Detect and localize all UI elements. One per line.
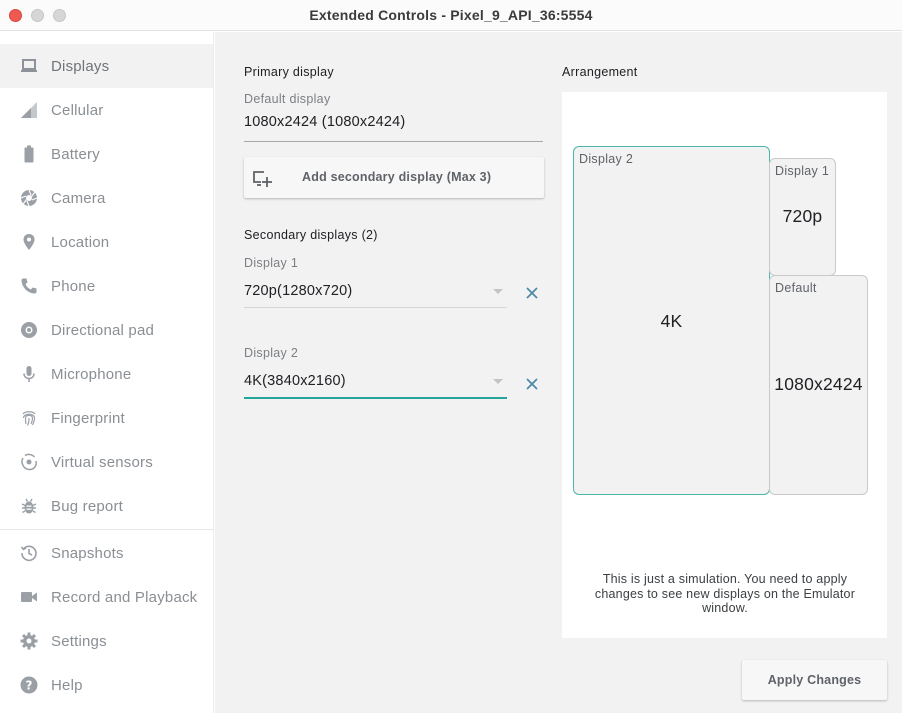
sidebar-item-microphone[interactable]: Microphone bbox=[0, 352, 213, 396]
help-icon: ? bbox=[20, 676, 38, 694]
signal-icon bbox=[20, 101, 38, 119]
laptop-icon bbox=[20, 57, 38, 75]
arrangement-heading: Arrangement bbox=[562, 65, 638, 79]
arrangement-display-1-name: 720p bbox=[782, 206, 823, 226]
sidebar-item-label: Location bbox=[51, 233, 110, 251]
sidebar: Displays Cellular Battery Camera Locatio… bbox=[0, 32, 214, 713]
sidebar-item-fingerprint[interactable]: Fingerprint bbox=[0, 396, 213, 440]
arrangement-display-2[interactable]: Display 2 4K bbox=[573, 146, 770, 495]
sidebar-item-label: Microphone bbox=[51, 365, 132, 383]
main-panel: Primary display Default display 1080x242… bbox=[215, 32, 902, 713]
add-secondary-display-label: Add secondary display (Max 3) bbox=[302, 170, 492, 184]
sidebar-item-displays[interactable]: Displays bbox=[0, 44, 213, 88]
display-2-underline bbox=[244, 397, 507, 399]
arrangement-display-2-name: 4K bbox=[660, 311, 683, 331]
display-2-dropdown-arrow-icon[interactable] bbox=[493, 379, 503, 384]
add-display-icon bbox=[252, 168, 272, 188]
window-title: Extended Controls - Pixel_9_API_36:5554 bbox=[309, 7, 593, 23]
sidebar-item-help[interactable]: ? Help bbox=[0, 663, 213, 707]
sidebar-item-label: Bug report bbox=[51, 497, 124, 515]
sidebar-item-record-and-playback[interactable]: Record and Playback bbox=[0, 575, 213, 619]
arrangement-default-tag: Default bbox=[775, 281, 817, 295]
sidebar-item-label: Record and Playback bbox=[51, 588, 198, 606]
default-display-label: Default display bbox=[244, 92, 331, 106]
history-icon bbox=[20, 544, 38, 562]
sidebar-item-snapshots[interactable]: Snapshots bbox=[0, 531, 213, 575]
sidebar-item-camera[interactable]: Camera bbox=[0, 176, 213, 220]
default-display-value: 1080x2424 (1080x2424) bbox=[244, 114, 406, 130]
sidebar-item-settings[interactable]: Settings bbox=[0, 619, 213, 663]
arrangement-default-name: 1080x2424 bbox=[774, 374, 863, 394]
sidebar-item-directional-pad[interactable]: Directional pad bbox=[0, 308, 213, 352]
sidebar-item-cellular[interactable]: Cellular bbox=[0, 88, 213, 132]
sidebar-item-phone[interactable]: Phone bbox=[0, 264, 213, 308]
sidebar-item-label: Settings bbox=[51, 632, 107, 650]
sidebar-item-label: Snapshots bbox=[51, 544, 124, 562]
rotation-icon bbox=[20, 453, 38, 471]
sidebar-divider bbox=[0, 529, 213, 530]
sidebar-item-bug-report[interactable]: Bug report bbox=[0, 484, 213, 528]
default-display-underline bbox=[244, 141, 543, 142]
sidebar-item-label: Battery bbox=[51, 145, 100, 163]
display-2-label: Display 2 bbox=[244, 346, 299, 360]
secondary-displays-heading: Secondary displays (2) bbox=[244, 228, 378, 242]
sidebar-item-label: Fingerprint bbox=[51, 409, 125, 427]
sidebar-item-label: Phone bbox=[51, 277, 96, 295]
arrangement-display-1[interactable]: Display 1 720p bbox=[769, 158, 836, 276]
videocam-icon bbox=[20, 588, 38, 606]
camera-aperture-icon bbox=[20, 189, 38, 207]
arrangement-default-display[interactable]: Default 1080x2424 bbox=[769, 275, 868, 495]
apply-changes-button[interactable]: Apply Changes bbox=[742, 660, 887, 700]
arrangement-display-1-tag: Display 1 bbox=[775, 164, 830, 178]
display-1-dropdown-arrow-icon[interactable] bbox=[493, 289, 503, 294]
sidebar-item-label: Directional pad bbox=[51, 321, 155, 339]
sidebar-item-label: Help bbox=[51, 676, 83, 694]
sidebar-item-battery[interactable]: Battery bbox=[0, 132, 213, 176]
location-pin-icon bbox=[20, 233, 38, 251]
arrangement-display-2-tag: Display 2 bbox=[579, 152, 634, 166]
display-1-select[interactable]: 720p(1280x720) bbox=[244, 283, 506, 299]
sidebar-item-location[interactable]: Location bbox=[0, 220, 213, 264]
sidebar-item-label: Displays bbox=[51, 57, 110, 75]
display-1-underline bbox=[244, 307, 507, 308]
fingerprint-icon bbox=[20, 409, 38, 427]
primary-display-heading: Primary display bbox=[244, 65, 334, 79]
display-1-label: Display 1 bbox=[244, 256, 299, 270]
title-bar: Extended Controls - Pixel_9_API_36:5554 bbox=[0, 0, 902, 31]
bug-icon bbox=[20, 497, 38, 515]
add-secondary-display-button[interactable]: Add secondary display (Max 3) bbox=[244, 157, 544, 198]
display-2-select[interactable]: 4K(3840x2160) bbox=[244, 373, 506, 389]
microphone-icon bbox=[20, 365, 38, 383]
simulation-note: This is just a simulation. You need to a… bbox=[594, 572, 856, 615]
sidebar-item-label: Virtual sensors bbox=[51, 453, 153, 471]
gear-icon bbox=[20, 632, 38, 650]
dpad-icon bbox=[20, 321, 38, 339]
arrangement-panel: Display 2 4K Display 1 720p Default 1080… bbox=[562, 92, 887, 638]
battery-icon bbox=[20, 145, 38, 163]
sidebar-item-label: Camera bbox=[51, 189, 106, 207]
svg-text:?: ? bbox=[26, 679, 33, 693]
sidebar-item-virtual-sensors[interactable]: Virtual sensors bbox=[0, 440, 213, 484]
phone-icon bbox=[20, 277, 38, 295]
remove-display-1-icon[interactable] bbox=[524, 285, 540, 301]
sidebar-item-label: Cellular bbox=[51, 101, 104, 119]
remove-display-2-icon[interactable] bbox=[524, 376, 540, 392]
